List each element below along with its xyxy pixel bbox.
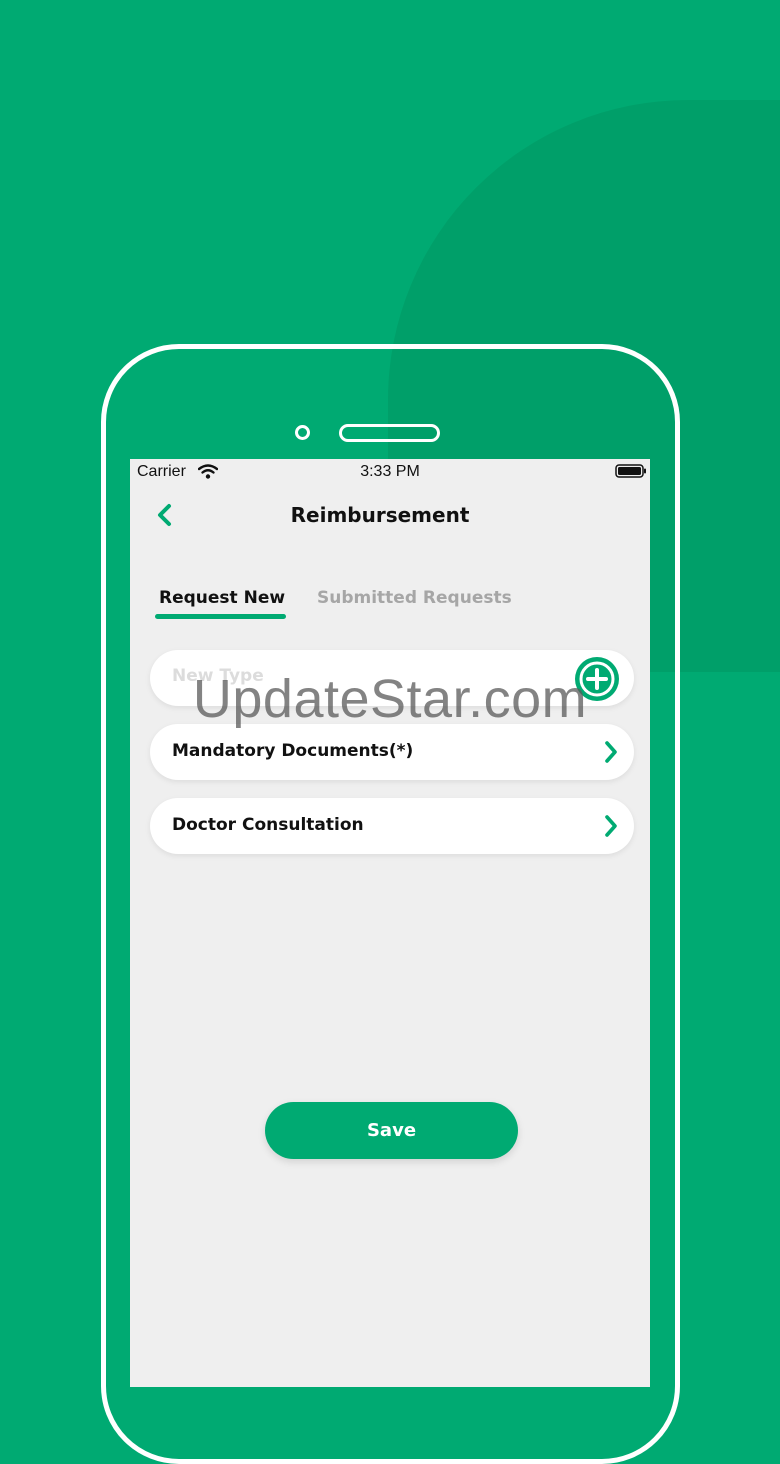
list-item-label: Mandatory Documents(*) <box>172 741 414 761</box>
new-type-field[interactable] <box>150 650 634 706</box>
list-item-doctor-consultation[interactable]: Doctor Consultation <box>150 798 634 854</box>
new-type-input[interactable] <box>172 666 552 686</box>
save-button[interactable]: Save <box>265 1102 518 1159</box>
list-item-mandatory-documents[interactable]: Mandatory Documents(*) <box>150 724 634 780</box>
list-item-label: Doctor Consultation <box>172 815 364 835</box>
status-bar: Carrier 3:33 PM <box>130 459 650 485</box>
active-tab-indicator <box>155 614 286 619</box>
tab-request-new[interactable]: Request New <box>159 588 285 608</box>
add-plus-icon[interactable] <box>574 656 620 702</box>
phone-speaker <box>339 424 440 442</box>
battery-icon <box>615 464 646 478</box>
phone-camera <box>295 425 310 440</box>
chevron-right-icon <box>605 815 617 837</box>
chevron-right-icon <box>605 741 617 763</box>
tab-submitted-requests[interactable]: Submitted Requests <box>317 588 512 608</box>
status-time: 3:33 PM <box>360 463 420 480</box>
page-title: Reimbursement <box>290 503 470 527</box>
app-screen: Carrier 3:33 PM Reimbursement Request Ne… <box>130 459 650 1387</box>
